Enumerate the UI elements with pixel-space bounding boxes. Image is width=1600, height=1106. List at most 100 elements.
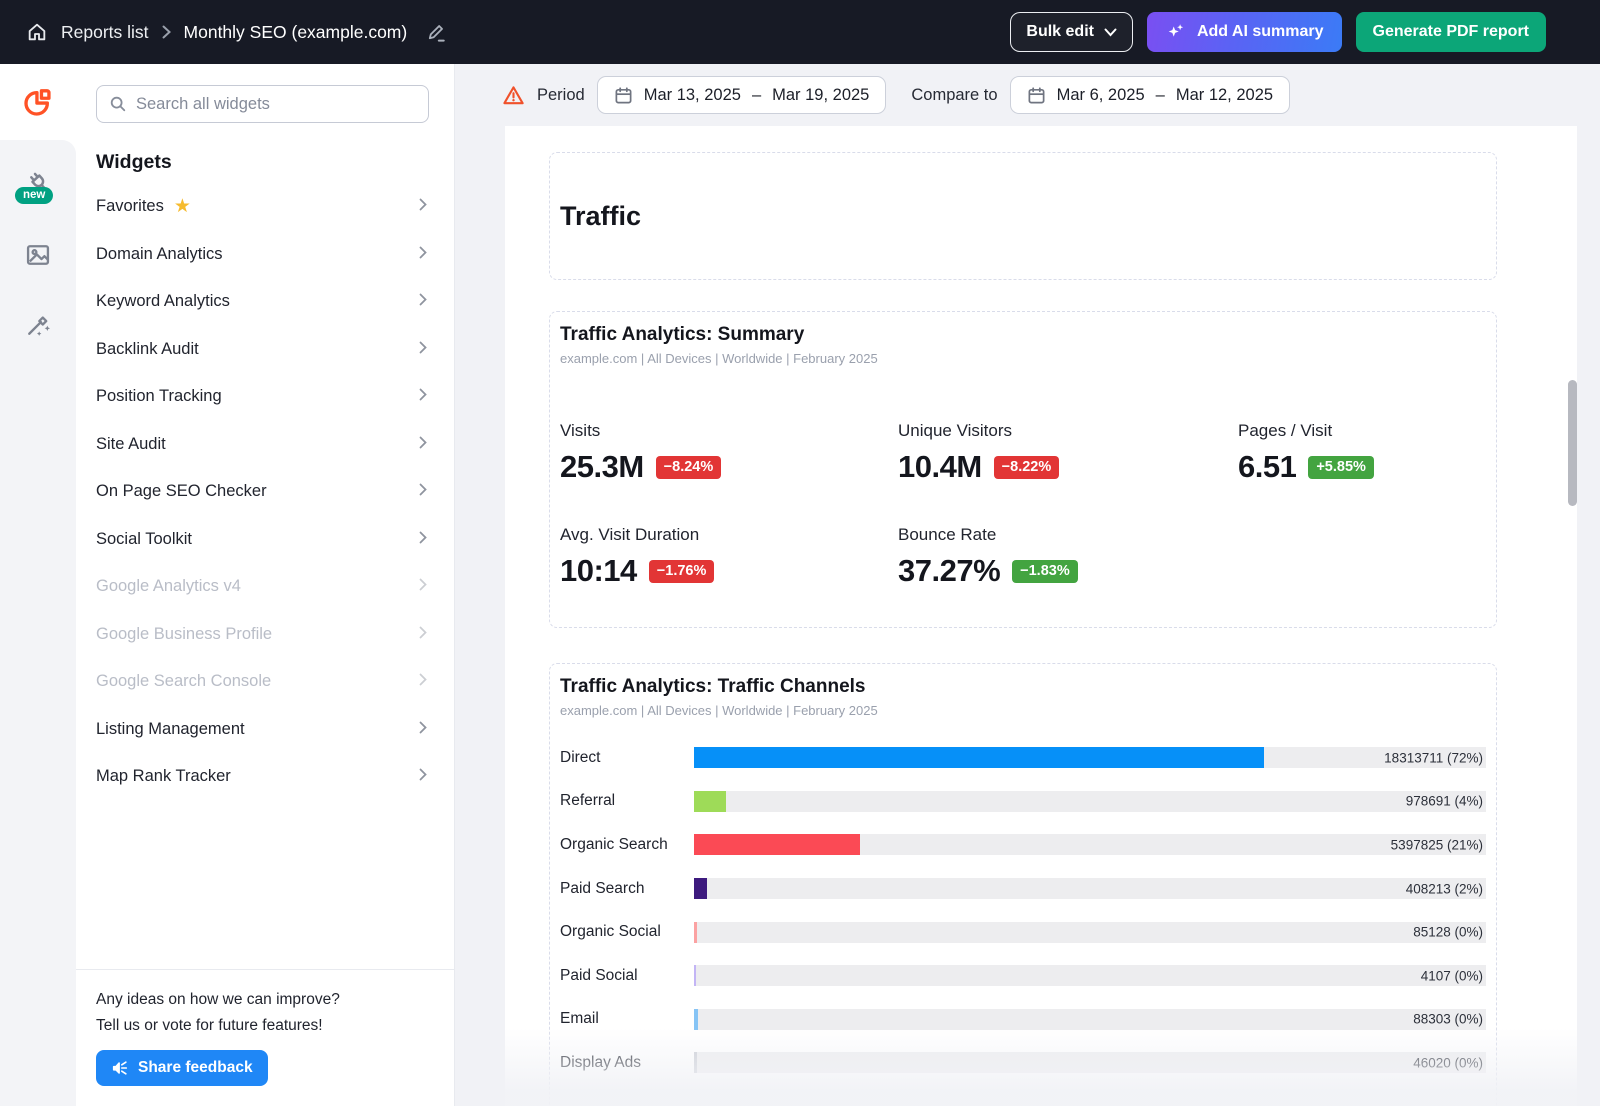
add-ai-summary-label: Add AI summary: [1197, 23, 1324, 41]
widget-subtitle: example.com | All Devices | Worldwide | …: [560, 703, 1486, 718]
sidebar-item-label: Google Analytics v4: [96, 577, 419, 596]
pie-chart-icon: [22, 86, 54, 118]
tab-integrations[interactable]: new: [16, 166, 60, 196]
generate-pdf-button[interactable]: Generate PDF report: [1356, 12, 1546, 52]
icon-rail: new: [0, 64, 76, 1106]
channel-value: 5397825 (21%): [1391, 837, 1483, 852]
traffic-channels-widget[interactable]: Traffic Analytics: Traffic Channels exam…: [549, 663, 1497, 1106]
edit-pencil-icon[interactable]: [426, 22, 447, 43]
channel-value: 18313711 (72%): [1384, 750, 1483, 765]
channel-value: 408213 (2%): [1406, 881, 1483, 896]
share-feedback-label: Share feedback: [138, 1059, 253, 1077]
metric-delta-badge: −1.76%: [649, 560, 715, 583]
channel-label: Referral: [560, 792, 694, 810]
breadcrumb-reports-list[interactable]: Reports list: [61, 22, 149, 43]
sidebar-item-site-audit[interactable]: Site Audit: [76, 421, 454, 469]
channel-row-organic-social: Organic Social85128 (0%): [560, 910, 1486, 954]
widget-title: Traffic Analytics: Summary: [560, 324, 1486, 346]
section-title: Traffic: [560, 201, 641, 232]
period-date-range[interactable]: Mar 13, 2025 – Mar 19, 2025: [597, 76, 887, 114]
add-ai-summary-button[interactable]: Add AI summary: [1147, 12, 1342, 52]
metric-visits: Visits25.3M−8.24%: [560, 421, 898, 485]
megaphone-icon: [111, 1059, 129, 1077]
channel-label: Paid Social: [560, 967, 694, 985]
vertical-scrollbar-thumb[interactable]: [1568, 380, 1577, 506]
sidebar-item-label: Listing Management: [96, 720, 419, 739]
channel-value: 85128 (0%): [1413, 925, 1483, 940]
main-area: Period Mar 13, 2025 – Mar 19, 2025 Compa…: [455, 64, 1600, 1106]
widget-subtitle: example.com | All Devices | Worldwide | …: [560, 351, 1486, 366]
feedback-line1: Any ideas on how we can improve?: [96, 991, 340, 1008]
sidebar-item-google-analytics-v4[interactable]: Google Analytics v4: [76, 563, 454, 611]
bar-track: 5397825 (21%): [694, 834, 1486, 855]
sidebar-item-social-toolkit[interactable]: Social Toolkit: [76, 516, 454, 564]
sidebar-item-google-search-console[interactable]: Google Search Console: [76, 658, 454, 706]
chevron-down-icon: [1104, 28, 1117, 37]
sidebar-item-label: Domain Analytics: [96, 245, 419, 264]
sidebar-item-backlink-audit[interactable]: Backlink Audit: [76, 326, 454, 374]
calendar-icon: [1027, 86, 1046, 105]
calendar-icon: [614, 86, 633, 105]
metric-pages-visit: Pages / Visit6.51+5.85%: [1238, 421, 1486, 485]
sidebar-item-google-business-profile[interactable]: Google Business Profile: [76, 611, 454, 659]
bar-fill: [694, 878, 707, 899]
bulk-edit-button[interactable]: Bulk edit: [1010, 12, 1133, 52]
sidebar-item-domain-analytics[interactable]: Domain Analytics: [76, 231, 454, 279]
widget-list: Favorites★ Domain Analytics Keyword Analyt…: [76, 183, 454, 801]
channel-value: 46020 (0%): [1413, 1055, 1483, 1070]
sidebar-item-label: Favorites★: [96, 197, 419, 216]
metric-label: Unique Visitors: [898, 421, 1238, 441]
widget-panel: Widgets Favorites★Domain AnalyticsKeywor…: [76, 64, 455, 1106]
traffic-summary-widget[interactable]: Traffic Analytics: Summary example.com |…: [549, 311, 1497, 628]
chevron-right-icon: [419, 245, 427, 264]
home-icon[interactable]: [26, 21, 48, 43]
compare-end-date: Mar 12, 2025: [1176, 86, 1273, 105]
tab-design[interactable]: [16, 310, 60, 340]
share-feedback-button[interactable]: Share feedback: [96, 1050, 268, 1086]
bar-fill: [694, 922, 697, 943]
report-canvas: Traffic Traffic Analytics: Summary examp…: [505, 126, 1577, 1106]
feedback-text: Any ideas on how we can improve? Tell us…: [96, 987, 434, 1039]
section-title-widget[interactable]: Traffic: [549, 152, 1497, 280]
bar-track: 88303 (0%): [694, 1009, 1486, 1030]
compare-date-range[interactable]: Mar 6, 2025 – Mar 12, 2025: [1010, 76, 1290, 114]
sidebar-item-map-rank-tracker[interactable]: Map Rank Tracker: [76, 753, 454, 801]
chevron-right-icon: [419, 625, 427, 644]
top-header: Reports list Monthly SEO (example.com) B…: [0, 0, 1600, 64]
sidebar-item-keyword-analytics[interactable]: Keyword Analytics: [76, 278, 454, 326]
bar-track: 18313711 (72%): [694, 747, 1486, 768]
page-title: Monthly SEO (example.com): [184, 22, 408, 43]
image-icon: [24, 241, 52, 269]
chevron-right-icon: [419, 197, 427, 216]
sidebar-item-label: Keyword Analytics: [96, 292, 419, 311]
sidebar-item-position-tracking[interactable]: Position Tracking: [76, 373, 454, 421]
breadcrumb: Reports list Monthly SEO (example.com): [26, 21, 1010, 43]
metric-avg-visit-duration: Avg. Visit Duration10:14−1.76%: [560, 525, 898, 589]
compare-start-date: Mar 6, 2025: [1057, 86, 1145, 105]
favorites-star-icon: ★: [174, 197, 191, 216]
sidebar-item-label: Google Business Profile: [96, 625, 419, 644]
range-dash: –: [1156, 86, 1165, 105]
search-input[interactable]: [136, 95, 416, 114]
sidebar-item-label: Social Toolkit: [96, 530, 419, 549]
channel-row-paid-search: Paid Search408213 (2%): [560, 867, 1486, 911]
feedback-footer: Any ideas on how we can improve? Tell us…: [76, 969, 454, 1106]
metric-value: 6.51: [1238, 449, 1296, 485]
search-icon: [109, 95, 127, 113]
tab-widgets[interactable]: [0, 64, 76, 140]
chevron-right-icon: [419, 672, 427, 691]
channel-label: Organic Search: [560, 836, 694, 854]
sidebar-item-favorites[interactable]: Favorites★: [76, 183, 454, 231]
bar-fill: [694, 747, 1264, 768]
tab-images[interactable]: [16, 240, 60, 270]
sidebar-item-on-page-seo-checker[interactable]: On Page SEO Checker: [76, 468, 454, 516]
sparkles-icon: [1165, 21, 1187, 43]
chevron-right-icon: [419, 340, 427, 359]
bar-fill: [694, 1052, 697, 1073]
metric-label: Avg. Visit Duration: [560, 525, 898, 545]
metric-delta-badge: −1.83%: [1012, 560, 1078, 583]
sidebar-item-listing-management[interactable]: Listing Management: [76, 706, 454, 754]
metric-label: Visits: [560, 421, 898, 441]
metric-value: 25.3M: [560, 449, 644, 485]
generate-pdf-label: Generate PDF report: [1373, 23, 1529, 41]
